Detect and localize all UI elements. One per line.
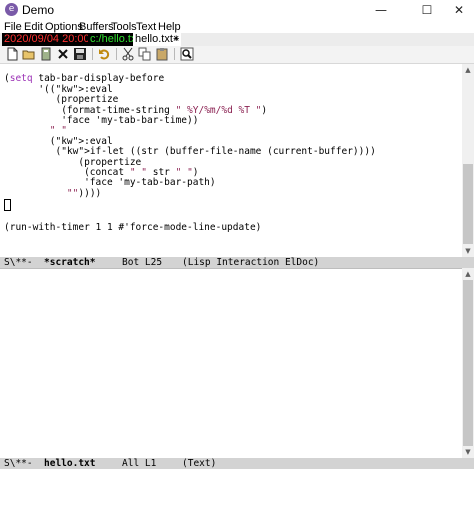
hello-txt-editor[interactable] bbox=[0, 268, 462, 459]
mode-line-status: S\**- bbox=[4, 257, 33, 268]
code-line: 'face 'my-tab-bar-time)) bbox=[4, 115, 199, 127]
window-title: Demo bbox=[22, 3, 55, 17]
code-line: ("kw">:eval bbox=[4, 135, 113, 147]
mode-line-position: Bot L25 bbox=[122, 257, 163, 268]
keyword-setq: setq bbox=[9, 73, 33, 85]
mode-line-scratch[interactable]: S\**- *scratch* Bot L25 (Lisp Interactio… bbox=[0, 257, 474, 268]
scroll-up-arrow-icon[interactable]: ▲ bbox=[462, 268, 474, 280]
close-window-button[interactable]: ✕ bbox=[444, 0, 474, 20]
close-buffer-icon[interactable] bbox=[56, 47, 70, 61]
tab-label: hello.txt bbox=[135, 33, 173, 45]
paste-icon[interactable] bbox=[155, 47, 169, 61]
scroll-thumb[interactable] bbox=[463, 280, 473, 446]
code-line: (concat " " str " ") bbox=[4, 167, 199, 179]
text-cursor bbox=[4, 199, 11, 212]
toolbar bbox=[0, 46, 474, 64]
toolbar-separator bbox=[174, 48, 175, 60]
minimize-button[interactable]: — bbox=[366, 0, 396, 20]
code-line: (setq tab-bar-display-before bbox=[4, 73, 165, 85]
mode-line-modes[interactable]: (Lisp Interaction ElDoc) bbox=[182, 257, 319, 268]
code-line: " " bbox=[49, 125, 67, 137]
open-folder-icon[interactable] bbox=[22, 47, 36, 61]
menu-bar: File Edit Options Buffers Tools Text Hel… bbox=[0, 20, 474, 34]
code-line: "")))) bbox=[66, 187, 102, 199]
mode-line-modes[interactable]: (Text) bbox=[182, 458, 216, 469]
menu-options[interactable]: Options bbox=[45, 21, 83, 33]
bottom-scrollbar[interactable]: ▲ ▼ bbox=[462, 268, 474, 458]
code-rest: tab-bar-display-before bbox=[32, 73, 165, 85]
search-icon[interactable] bbox=[180, 47, 194, 61]
mode-line-buffer-name[interactable]: hello.txt bbox=[44, 458, 95, 469]
menu-tools[interactable]: Tools bbox=[111, 21, 137, 33]
code-line: ("kw">if-let ((str (buffer-file-name (cu… bbox=[4, 146, 376, 158]
mode-line-hello[interactable]: S\**- hello.txt All L1 (Text) bbox=[0, 458, 474, 469]
toolbar-separator bbox=[116, 48, 117, 60]
scratch-buffer-editor[interactable]: (setq tab-bar-display-before '(("kw">:ev… bbox=[0, 64, 462, 257]
code-area[interactable]: (setq tab-bar-display-before '(("kw">:ev… bbox=[0, 64, 462, 234]
tab-bar: 2020/09/04 20:00:21 c:/hello.txt hello.t… bbox=[0, 33, 474, 46]
open-file-icon[interactable] bbox=[39, 47, 53, 61]
scroll-up-arrow-icon[interactable]: ▲ bbox=[462, 64, 474, 76]
scroll-down-arrow-icon[interactable]: ▼ bbox=[462, 245, 474, 257]
scroll-thumb[interactable] bbox=[463, 164, 473, 244]
cut-icon[interactable] bbox=[121, 47, 135, 61]
menu-edit[interactable]: Edit bbox=[24, 21, 43, 33]
new-tab-button[interactable]: + bbox=[171, 33, 181, 46]
mode-line-buffer-name[interactable]: *scratch* bbox=[44, 257, 95, 268]
code-line: (format-time-string " %Y/%m/%d %T ") bbox=[4, 104, 268, 116]
echo-area[interactable] bbox=[0, 469, 474, 479]
title-bar: e Demo — ☐ ✕ bbox=[0, 0, 474, 20]
maximize-button[interactable]: ☐ bbox=[412, 0, 442, 20]
copy-icon[interactable] bbox=[138, 47, 152, 61]
toolbar-separator bbox=[92, 48, 93, 60]
save-icon[interactable] bbox=[73, 47, 87, 61]
menu-file[interactable]: File bbox=[4, 21, 22, 33]
undo-icon[interactable] bbox=[97, 47, 111, 61]
menu-help[interactable]: Help bbox=[158, 21, 181, 33]
menu-buffers[interactable]: Buffers bbox=[79, 21, 114, 33]
code-line: (run-with-timer 1 1 #'force-mode-line-up… bbox=[4, 222, 262, 234]
code-line: (propertize bbox=[4, 156, 142, 168]
mode-line-status: S\**- bbox=[4, 458, 33, 469]
mode-line-position: All L1 bbox=[122, 458, 157, 469]
emacs-icon: e bbox=[5, 3, 18, 16]
top-scrollbar[interactable]: ▲ ▼ bbox=[462, 64, 474, 257]
code-line: (propertize bbox=[4, 94, 119, 106]
code-line: '(("kw">:eval bbox=[4, 83, 113, 95]
menu-text[interactable]: Text bbox=[136, 21, 156, 33]
scroll-down-arrow-icon[interactable]: ▼ bbox=[462, 446, 474, 458]
new-file-icon[interactable] bbox=[5, 47, 19, 61]
code-line: 'face 'my-tab-bar-path) bbox=[4, 177, 216, 189]
